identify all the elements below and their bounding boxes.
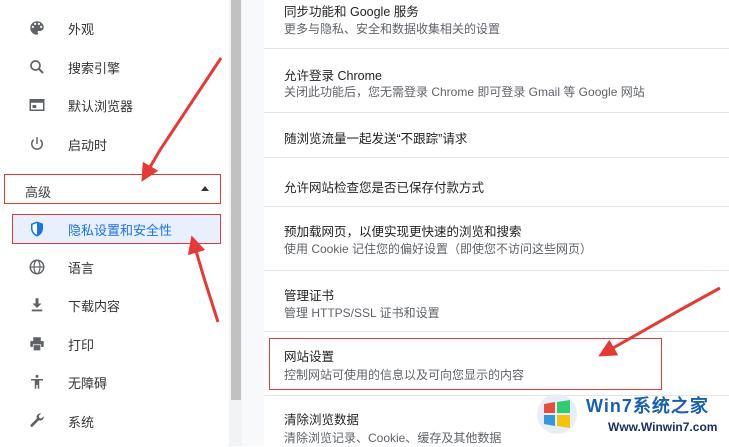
row-subtitle: 使用 Cookie 记住您的偏好设置（即使您不访问这些网页） <box>284 242 593 256</box>
sidebar-item-label: 语言 <box>68 260 95 276</box>
row-subtitle: 清除浏览记录、Cookie、缓存及其他数据 <box>284 431 502 445</box>
watermark: Win7系统之家 Www.Winwin7.com <box>528 388 728 444</box>
sidebar-item-label: 隐私设置和安全性 <box>68 222 173 238</box>
row-subtitle: 更多与隐私、安全和数据收集相关的设置 <box>284 22 501 36</box>
sidebar-item-label: 下载内容 <box>68 298 121 314</box>
sidebar-item-label: 打印 <box>68 337 95 353</box>
sidebar-item-downloads[interactable]: 下载内容 <box>10 290 222 320</box>
row-subtitle: 关闭此功能后，您无需登录 Chrome 即可登录 Gmail 等 Google … <box>284 85 645 99</box>
sidebar-item-printing[interactable]: 打印 <box>10 329 222 359</box>
globe-icon <box>26 256 48 278</box>
sidebar-item-search-engine[interactable]: 搜索引擎 <box>10 52 222 82</box>
row-title: 随浏览流量一起发送“不跟踪”请求 <box>284 132 468 146</box>
settings-row-do-not-track[interactable]: 随浏览流量一起发送“不跟踪”请求 <box>264 112 729 158</box>
sidebar-scrollbar-thumb[interactable] <box>231 0 241 400</box>
sidebar-item-accessibility[interactable]: 无障碍 <box>10 367 222 397</box>
sidebar-item-system[interactable]: 系统 <box>10 406 222 436</box>
download-icon <box>26 294 48 316</box>
row-title: 管理证书 <box>284 289 335 303</box>
sidebar-item-label: 启动时 <box>68 137 108 153</box>
browser-window-icon <box>26 94 48 116</box>
sidebar-item-languages[interactable]: 语言 <box>10 252 222 282</box>
row-subtitle: 管理 HTTPS/SSL 证书和设置 <box>284 306 440 320</box>
advanced-label: 高级 <box>25 185 52 200</box>
sidebar-item-label: 系统 <box>68 414 95 430</box>
sidebar-item-on-startup[interactable]: 启动时 <box>10 129 222 159</box>
settings-row-preload-pages[interactable]: 预加载网页，以便实现更快速的浏览和搜索 使用 Cookie 记住您的偏好设置（即… <box>264 206 729 271</box>
panel-gutter <box>242 0 264 446</box>
shield-icon <box>26 218 48 240</box>
sidebar-item-label: 搜索引擎 <box>68 60 121 76</box>
advanced-section-toggle[interactable]: 高级 <box>4 174 221 204</box>
row-title: 清除浏览数据 <box>284 413 360 427</box>
windows-logo-icon <box>537 394 577 434</box>
wrench-icon <box>26 410 48 432</box>
site-settings-highlight-box <box>269 338 662 390</box>
settings-row-allow-chrome-signin[interactable]: 允许登录 Chrome 关闭此功能后，您无需登录 Chrome 即可登录 Gma… <box>264 48 729 113</box>
printer-icon <box>26 333 48 355</box>
sidebar-item-default-browser[interactable]: 默认浏览器 <box>10 90 222 120</box>
watermark-title: Win7系统之家 <box>586 396 709 416</box>
accessibility-icon <box>26 371 48 393</box>
row-title: 预加载网页，以便实现更快速的浏览和搜索 <box>284 225 522 239</box>
settings-row-manage-certificates[interactable]: 管理证书 管理 HTTPS/SSL 证书和设置 <box>264 270 729 332</box>
sidebar-item-label: 无障碍 <box>68 375 108 391</box>
power-icon <box>26 133 48 155</box>
row-title: 同步功能和 Google 服务 <box>284 5 419 19</box>
caret-up-icon <box>201 186 209 191</box>
sidebar-item-label: 外观 <box>68 21 95 37</box>
settings-row-sync-google-services[interactable]: 同步功能和 Google 服务 更多与隐私、安全和数据收集相关的设置 <box>264 0 729 48</box>
settings-sidebar: 外观 搜索引擎 默认浏览器 启动时 高级 隐私设置和安全性 语言 下载内容 打印… <box>0 0 229 446</box>
row-title: 允许登录 Chrome <box>284 69 382 83</box>
sidebar-item-privacy-content[interactable]: 隐私设置和安全性 <box>10 214 222 244</box>
watermark-url: Www.Winwin7.com <box>608 420 718 434</box>
sidebar-item-appearance[interactable]: 外观 <box>10 13 222 43</box>
palette-icon <box>26 17 48 39</box>
settings-row-payment-methods[interactable]: 允许网站检查您是否已保存付款方式 <box>264 157 729 207</box>
sidebar-item-label: 默认浏览器 <box>68 98 134 114</box>
row-title: 允许网站检查您是否已保存付款方式 <box>284 181 485 195</box>
search-icon <box>26 56 48 78</box>
